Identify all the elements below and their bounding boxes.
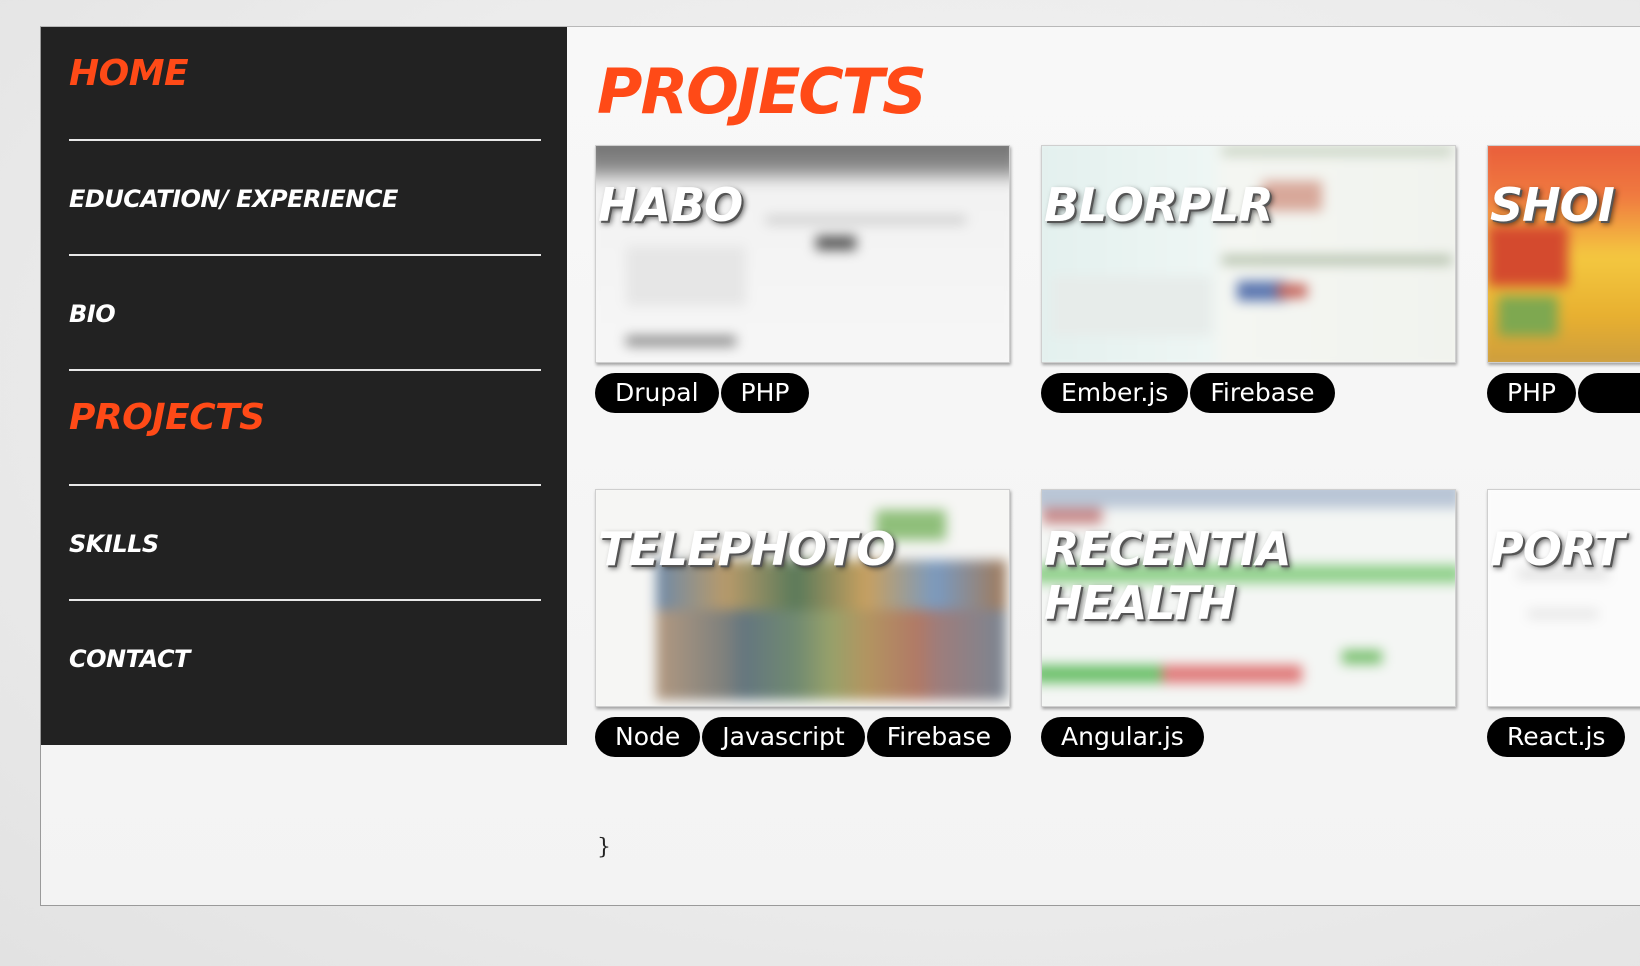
nav-item-contact[interactable]: Contact	[69, 601, 541, 721]
tag-pill[interactable]: PHP	[720, 373, 810, 413]
project-thumbnail[interactable]: PORT	[1487, 489, 1640, 707]
tag-list: Node Javascript Firebase	[595, 717, 1011, 757]
project-card-recentia-health: RECENTIA HEALTH Angular.js	[1041, 489, 1456, 759]
tag-pill[interactable]: Node	[595, 717, 701, 757]
project-title: RECENTIA HEALTH	[1044, 522, 1292, 630]
project-thumbnail[interactable]: SHOI	[1487, 145, 1640, 363]
tag-pill[interactable]	[1577, 373, 1640, 413]
tag-pill[interactable]: Angular.js	[1041, 717, 1204, 757]
nav-item-label: Home	[69, 53, 189, 94]
tag-pill[interactable]: Firebase	[1190, 373, 1335, 413]
tag-list: Angular.js	[1041, 717, 1204, 757]
nav-item-label: Skills	[69, 530, 159, 558]
project-title: SHOI	[1490, 178, 1615, 232]
nav-item-label: Projects	[69, 397, 265, 438]
project-thumbnail[interactable]: RECENTIA HEALTH	[1041, 489, 1456, 707]
nav-item-label: Bio	[69, 300, 116, 328]
tag-list: PHP	[1487, 373, 1640, 413]
project-title: BLORPLR	[1044, 178, 1274, 232]
project-card-blorplr: BLORPLR Ember.js Firebase	[1041, 145, 1456, 415]
tag-list: Ember.js Firebase	[1041, 373, 1335, 413]
project-title: TELEPHOTO	[598, 522, 895, 576]
nav-item-label: Contact	[69, 645, 190, 673]
project-card-portfolio: PORT React.js	[1487, 489, 1640, 759]
nav-item-education-experience[interactable]: Education/ Experience	[69, 141, 541, 261]
project-card-shop: SHOI PHP	[1487, 145, 1640, 415]
main-content: PROJECTS HABO Drupal PHP BLORPLR Ember.j…	[567, 27, 1640, 905]
project-title: PORT	[1490, 522, 1625, 576]
tag-pill[interactable]: PHP	[1487, 373, 1576, 413]
nav-item-home[interactable]: Home	[69, 27, 541, 147]
tag-pill[interactable]: Ember.js	[1041, 373, 1189, 413]
nav-item-bio[interactable]: Bio	[69, 256, 541, 376]
project-thumbnail[interactable]: BLORPLR	[1041, 145, 1456, 363]
sidebar-nav: Home Education/ Experience Bio Projects …	[41, 27, 567, 745]
tag-pill[interactable]: Javascript	[702, 717, 865, 757]
project-card-telephoto: TELEPHOTO Node Javascript Firebase	[595, 489, 1011, 759]
nav-item-label: Education/ Experience	[69, 185, 398, 213]
tag-list: React.js	[1487, 717, 1626, 757]
tag-pill[interactable]: React.js	[1487, 717, 1626, 757]
page-title: PROJECTS	[597, 55, 927, 128]
project-thumbnail[interactable]: HABO	[595, 145, 1010, 363]
project-card-habo: HABO Drupal PHP	[595, 145, 1010, 415]
tag-pill[interactable]: Drupal	[595, 373, 719, 413]
stray-text: }	[597, 835, 611, 860]
project-title: HABO	[598, 178, 743, 232]
browser-viewport: Home Education/ Experience Bio Projects …	[40, 26, 1640, 906]
project-thumbnail[interactable]: TELEPHOTO	[595, 489, 1010, 707]
nav-item-skills[interactable]: Skills	[69, 486, 541, 606]
tag-list: Drupal PHP	[595, 373, 810, 413]
tag-pill[interactable]: Firebase	[866, 717, 1011, 757]
nav-item-projects[interactable]: Projects	[69, 371, 541, 491]
